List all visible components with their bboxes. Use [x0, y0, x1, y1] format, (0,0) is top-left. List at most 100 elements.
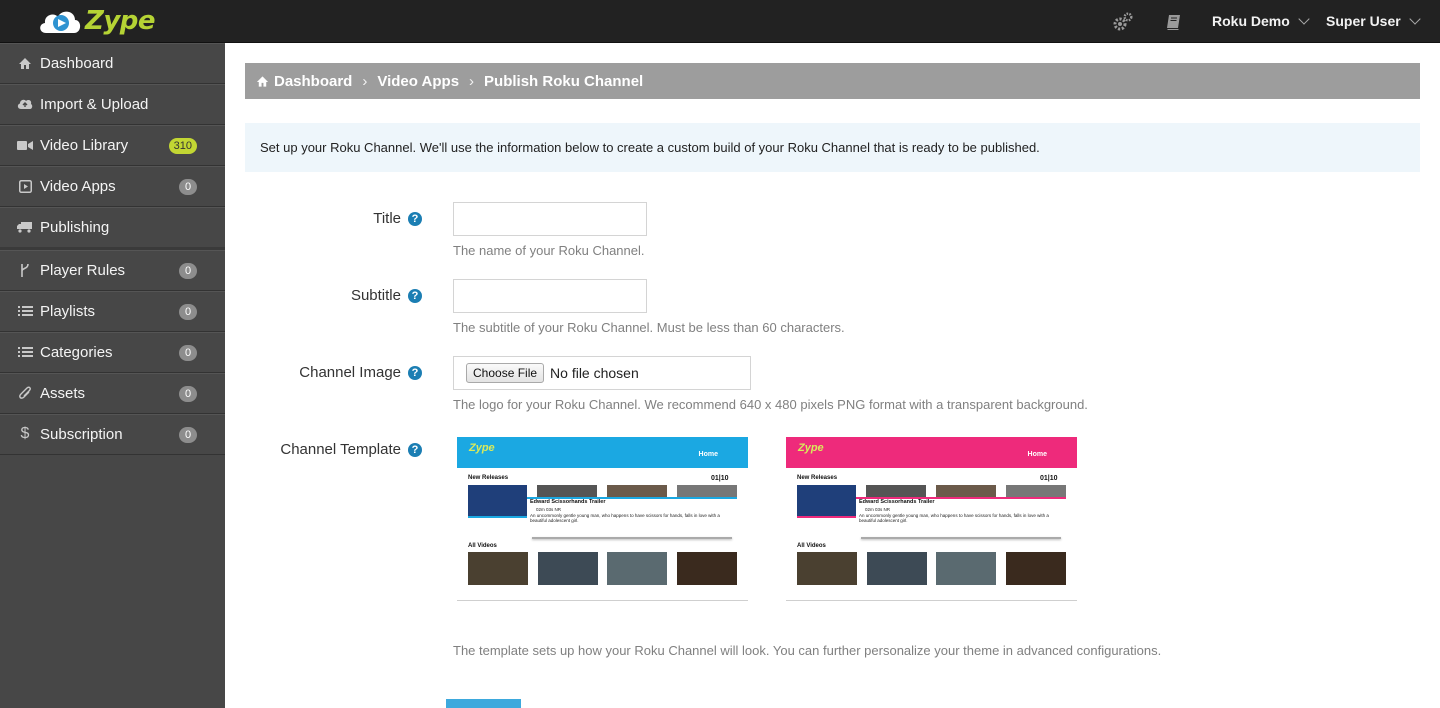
template-preview-thumbnail — [797, 552, 857, 585]
list-icon — [17, 303, 33, 319]
template-preview-featured-title: Edward Scissorhands Trailer — [859, 499, 935, 505]
sidebar-item-publishing[interactable]: Publishing — [0, 207, 225, 250]
sidebar-item-label: Video Library — [40, 136, 129, 154]
choose-file-button[interactable]: Choose File — [466, 363, 545, 383]
top-navbar: Zype Roku Demo Super User — [0, 0, 1440, 43]
sidebar-item-categories[interactable]: Categories 0 — [0, 332, 225, 373]
breadcrumb-separator: › — [362, 72, 368, 90]
dollar-icon: $ — [20, 425, 30, 442]
gears-icon[interactable] — [1113, 12, 1133, 32]
template-preview-counter: 01|10 — [711, 475, 729, 482]
sidebar-item-dashboard[interactable]: Dashboard — [0, 43, 225, 84]
count-badge: 310 — [168, 138, 197, 154]
template-preview-divider — [532, 537, 732, 539]
subtitle-label: Subtitle ? — [351, 287, 422, 304]
home-icon — [17, 55, 33, 71]
sidebar: Dashboard Import & Upload Video Library … — [0, 43, 225, 708]
subtitle-input[interactable] — [453, 279, 647, 313]
count-badge: 0 — [179, 263, 197, 279]
template-preview-header: Zype Home — [457, 437, 748, 468]
sidebar-item-video-library[interactable]: Video Library 310 — [0, 125, 225, 166]
breadcrumb: Dashboard › Video Apps › Publish Roku Ch… — [245, 63, 1420, 99]
template-preview-thumbnail — [936, 552, 996, 585]
help-icon[interactable]: ? — [408, 365, 422, 380]
template-preview-logo: Zype — [798, 442, 824, 454]
template-preview-featured-desc: An uncommonly gentle young man, who happ… — [530, 513, 720, 523]
title-input[interactable] — [453, 202, 647, 236]
template-option-pink[interactable]: Zype Home New Releases 01|10 Edward Scis… — [786, 437, 1077, 601]
channel-template-hint: The template sets up how your Roku Chann… — [453, 643, 1162, 658]
template-preview-thumbnail — [468, 485, 527, 518]
count-badge: 0 — [179, 304, 197, 320]
help-icon[interactable]: ? — [408, 211, 422, 226]
count-badge: 0 — [179, 386, 197, 402]
template-preview-nav: Home — [698, 451, 718, 458]
channel-image-hint: The logo for your Roku Channel. We recom… — [453, 397, 1088, 412]
sidebar-item-player-rules[interactable]: Player Rules 0 — [0, 250, 225, 291]
list-icon — [17, 344, 33, 360]
template-preview-thumbnail — [1006, 552, 1066, 585]
template-preview-nav: Home — [1027, 451, 1047, 458]
channel-image-label: Channel Image ? — [299, 364, 422, 381]
template-preview-section: All Videos — [797, 543, 826, 549]
book-icon[interactable] — [1164, 12, 1184, 32]
template-preview-thumbnail — [867, 552, 927, 585]
info-text: Set up your Roku Channel. We'll use the … — [260, 140, 1040, 155]
video-camera-icon — [17, 137, 33, 153]
template-preview-thumbnail — [537, 485, 597, 497]
template-preview-thumbnail — [607, 485, 667, 497]
account-menu[interactable]: Roku Demo — [1212, 13, 1310, 29]
template-preview-featured-meta: 02m 03s NR — [865, 507, 891, 512]
file-status: No file chosen — [550, 365, 639, 381]
user-menu-label: Super User — [1326, 13, 1401, 29]
template-preview-thumbnail — [936, 485, 996, 497]
sidebar-item-label: Dashboard — [40, 54, 114, 72]
template-preview-thumbnail — [797, 485, 856, 518]
subtitle-hint: The subtitle of your Roku Channel. Must … — [453, 320, 845, 335]
template-preview-counter: 01|10 — [1040, 475, 1058, 482]
help-icon[interactable]: ? — [408, 288, 422, 303]
template-preview-thumbnail — [1006, 485, 1066, 497]
template-option-blue[interactable]: Zype Home New Releases 01|10 Edward Scis… — [457, 437, 748, 601]
breadcrumb-link-video-apps[interactable]: Video Apps — [377, 73, 459, 90]
template-preview-thumbnail — [677, 485, 737, 497]
template-preview-header: Zype Home — [786, 437, 1077, 468]
template-preview-featured-title: Edward Scissorhands Trailer — [530, 499, 606, 505]
template-preview-divider — [861, 537, 1061, 539]
breadcrumb-link-dashboard[interactable]: Dashboard — [274, 73, 352, 90]
count-badge: 0 — [179, 179, 197, 195]
sidebar-item-import-upload[interactable]: Import & Upload — [0, 84, 225, 125]
fork-icon — [17, 262, 33, 278]
template-preview-featured-desc: An uncommonly gentle young man, who happ… — [859, 513, 1049, 523]
title-label: Title ? — [373, 210, 422, 227]
template-preview-thumbnail — [607, 552, 667, 585]
sidebar-item-playlists[interactable]: Playlists 0 — [0, 291, 225, 332]
sidebar-item-label: Subscription — [40, 425, 123, 443]
template-preview-thumbnail — [468, 552, 528, 585]
sidebar-item-label: Categories — [40, 343, 113, 361]
logo-text: Zype — [85, 6, 156, 36]
channel-image-file-input[interactable]: Choose File No file chosen — [453, 356, 751, 390]
sidebar-item-label: Playlists — [40, 302, 96, 320]
account-menu-label: Roku Demo — [1212, 13, 1290, 29]
chevron-down-icon — [1409, 13, 1421, 25]
template-preview-section: New Releases — [468, 475, 509, 481]
user-menu[interactable]: Super User — [1326, 13, 1421, 29]
sidebar-item-assets[interactable]: Assets 0 — [0, 373, 225, 414]
sidebar-item-label: Publishing — [40, 218, 110, 236]
zype-logo[interactable]: Zype — [37, 4, 156, 38]
submit-button[interactable] — [446, 699, 521, 708]
sidebar-item-video-apps[interactable]: Video Apps 0 — [0, 166, 225, 207]
template-preview-section: All Videos — [468, 543, 497, 549]
template-preview-thumbnail — [677, 552, 737, 585]
count-badge: 0 — [179, 427, 197, 443]
sidebar-item-subscription[interactable]: $ Subscription 0 — [0, 414, 225, 455]
help-icon[interactable]: ? — [408, 442, 422, 457]
template-preview-section: New Releases — [797, 475, 838, 481]
truck-icon — [17, 219, 33, 235]
title-hint: The name of your Roku Channel. — [453, 243, 645, 258]
template-preview-featured-meta: 02m 03s NR — [536, 507, 562, 512]
template-preview-logo: Zype — [469, 442, 495, 454]
template-preview-thumbnail — [866, 485, 926, 497]
breadcrumb-current: Publish Roku Channel — [484, 72, 644, 90]
